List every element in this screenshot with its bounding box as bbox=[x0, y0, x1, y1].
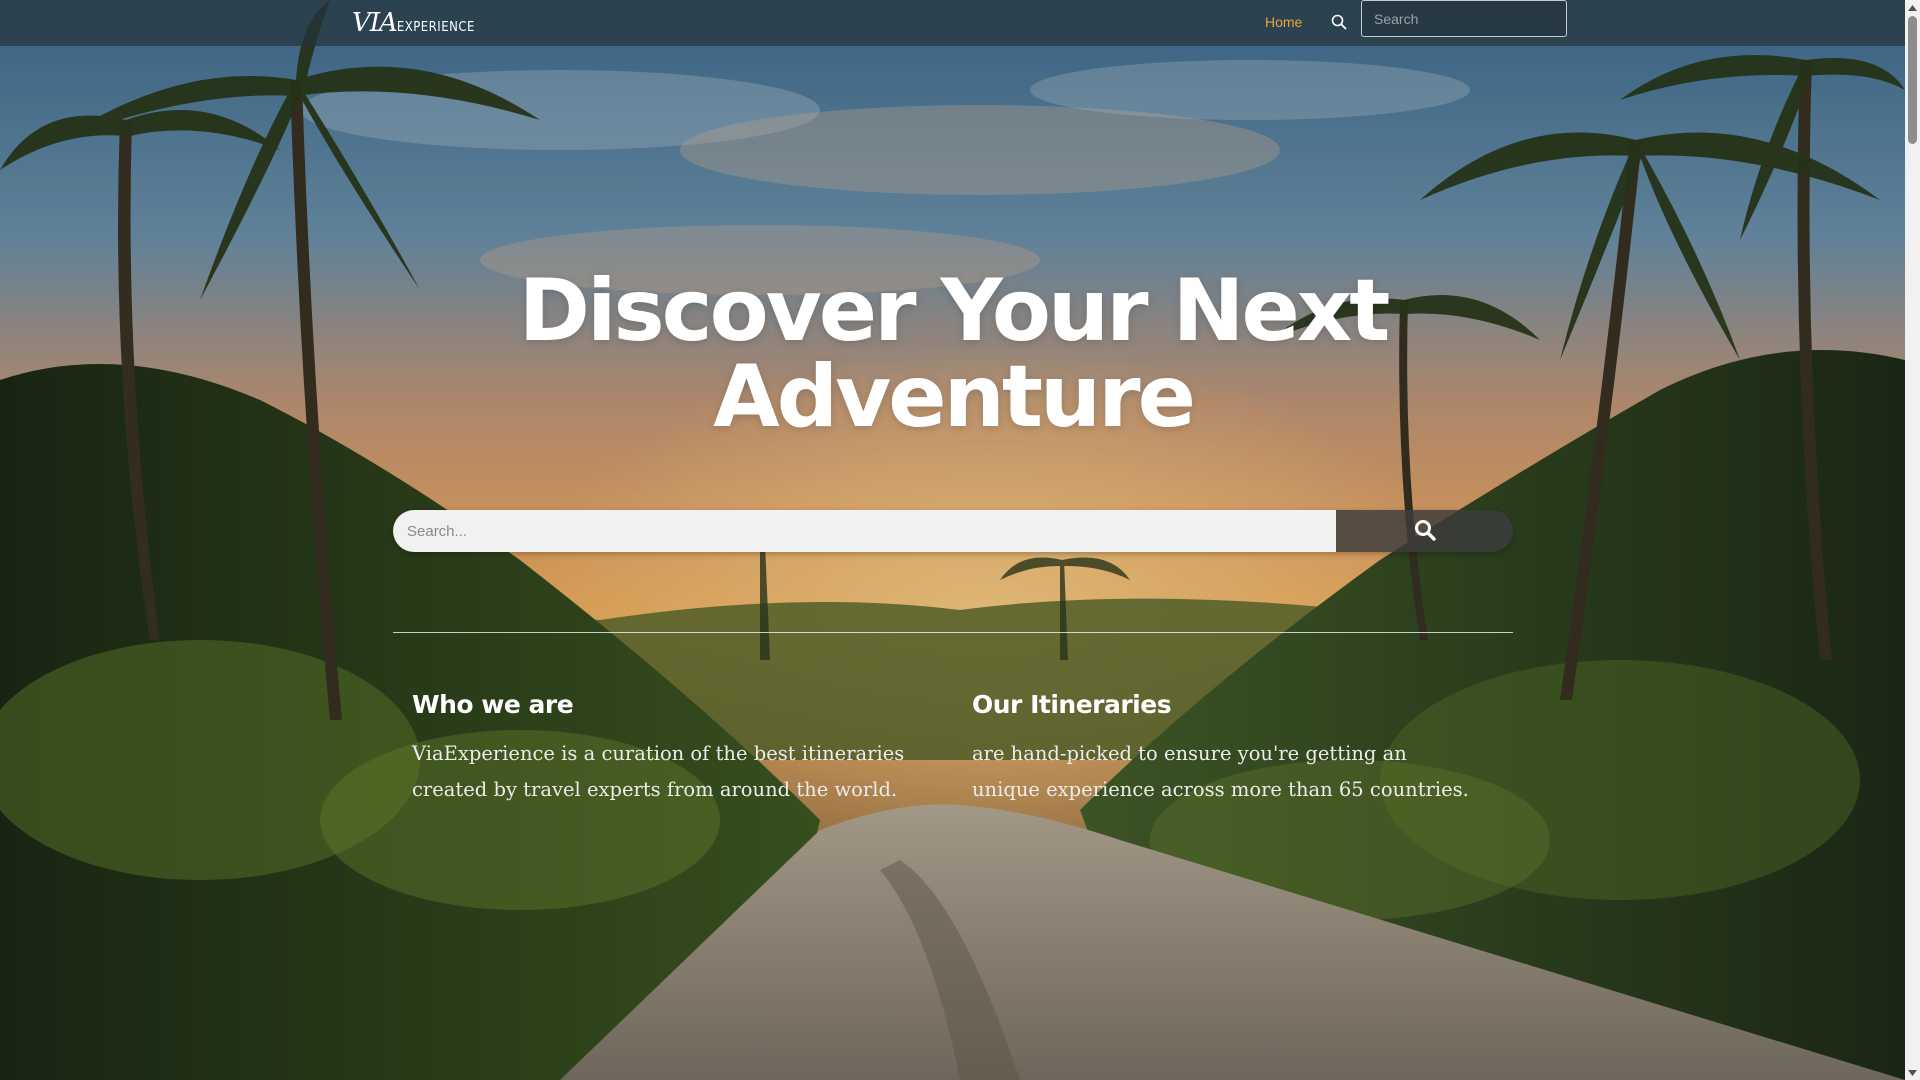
our-itineraries-text: are hand-picked to ensure you're getting… bbox=[972, 742, 1469, 801]
who-we-are-section: Who we are ViaExperience is a curation o… bbox=[412, 688, 912, 808]
section-divider bbox=[393, 632, 1513, 633]
logo-experience-text: EXPERIENCE bbox=[396, 20, 475, 35]
search-icon bbox=[1413, 518, 1437, 545]
hero-title: Discover Your Next Adventure bbox=[518, 261, 1391, 447]
hero-search-bar bbox=[393, 510, 1513, 552]
our-itineraries-section: Our Itineraries are hand-picked to ensur… bbox=[972, 688, 1472, 808]
top-navigation-bar: VIAEXPERIENCE Home bbox=[0, 0, 1905, 46]
scroll-up-arrow-icon[interactable] bbox=[1905, 0, 1920, 15]
who-we-are-heading: Who we are bbox=[412, 690, 574, 719]
hero-search-input[interactable] bbox=[393, 510, 1336, 552]
search-icon[interactable] bbox=[1330, 13, 1348, 31]
page: VIAEXPERIENCE Home Discover Your Next Ad… bbox=[0, 0, 1920, 1080]
site-logo[interactable]: VIAEXPERIENCE bbox=[352, 8, 475, 38]
who-we-are-text: ViaExperience is a curation of the best … bbox=[412, 742, 905, 801]
nav-home-link[interactable]: Home bbox=[1265, 14, 1302, 30]
our-itineraries-heading: Our Itineraries bbox=[972, 690, 1172, 719]
logo-via-text: VIA bbox=[352, 8, 398, 38]
scroll-down-arrow-icon[interactable] bbox=[1905, 1065, 1920, 1080]
scrollbar-thumb[interactable] bbox=[1908, 16, 1917, 144]
header-search-input[interactable] bbox=[1361, 0, 1567, 37]
hero-search-button[interactable] bbox=[1336, 510, 1513, 552]
page-scrollbar[interactable] bbox=[1905, 0, 1920, 1080]
